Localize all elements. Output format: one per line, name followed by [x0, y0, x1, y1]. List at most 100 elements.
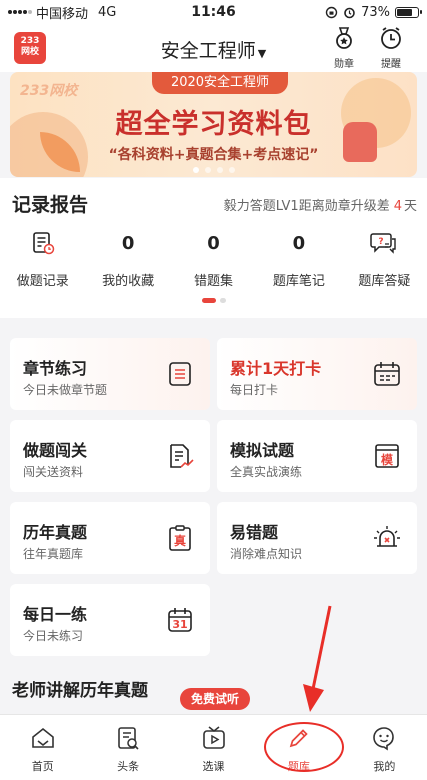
tab-news[interactable]: 头条	[85, 715, 170, 780]
mock-paper-icon: 模	[373, 442, 401, 470]
free-trial-tag[interactable]: 免费试听	[180, 688, 250, 710]
teacher-section-title: 老师讲解历年真题	[12, 681, 148, 701]
record-item-label: 题库笔记	[272, 274, 325, 289]
alarm-icon	[374, 526, 400, 547]
remind-button[interactable]: 提醒	[371, 26, 411, 70]
calendar-31-icon-text: 31	[172, 618, 188, 631]
calendar-31-icon: 31	[166, 606, 194, 634]
record-item-notes[interactable]: 0 题库笔记	[256, 230, 341, 290]
tab-label: 头条	[117, 760, 140, 773]
carrier-label: 中国移动	[36, 6, 89, 22]
tab-label: 我的	[373, 760, 396, 773]
card-title: 做题闯关	[23, 441, 88, 460]
card-subtitle: 闯关送资料	[23, 465, 84, 479]
card-title: 历年真题	[23, 523, 88, 542]
banner-pager	[10, 167, 417, 173]
card-title: 易错题	[230, 523, 279, 542]
app-header: 233 网校 安全工程师 ▼ 勋章 提醒	[0, 24, 427, 72]
card-subtitle: 消除难点知识	[230, 547, 303, 561]
annotation-circle	[264, 722, 344, 772]
card-subtitle: 每日打卡	[230, 383, 279, 397]
status-right: 73%	[325, 4, 422, 20]
record-item-mistakes[interactable]: 0 错题集	[171, 230, 256, 290]
record-value-slot: ?	[342, 230, 427, 256]
record-item-value: 0	[121, 232, 135, 254]
record-item-history[interactable]: 做题记录	[0, 230, 85, 289]
record-item-value: 0	[292, 232, 306, 254]
card-past-papers[interactable]: 历年真题 往年真题库 真	[10, 502, 210, 574]
banner-pill: 2020安全工程师	[152, 72, 288, 94]
card-title: 章节练习	[23, 359, 88, 378]
clipboard-icon-text: 真	[173, 534, 186, 548]
card-daily-checkin[interactable]: 累计1天打卡 每日打卡	[217, 338, 417, 410]
svg-text:?: ?	[379, 237, 384, 247]
profile-icon	[373, 727, 395, 751]
alarm-status-icon	[344, 7, 355, 18]
record-item-label: 题库答疑	[358, 274, 411, 289]
record-item-label: 做题记录	[16, 274, 69, 289]
mock-paper-icon-text: 模	[380, 453, 393, 467]
card-mock-exam[interactable]: 模拟试题 全真实战演练 模	[217, 420, 417, 492]
card-subtitle: 今日未做章节题	[23, 383, 108, 397]
record-item-label: 错题集	[194, 274, 234, 289]
tab-courses[interactable]: 选课	[171, 715, 256, 780]
card-subtitle: 全真实战演练	[230, 465, 303, 479]
card-subtitle: 往年真题库	[23, 547, 84, 561]
card-title: 每日一练	[23, 605, 88, 624]
card-title: 模拟试题	[230, 441, 295, 460]
level-progress-unit: 天	[403, 199, 417, 214]
level-progress: 毅力答题LV1距离勋章升级差 4 天	[224, 195, 417, 214]
exam-title: 安全工程师	[160, 40, 256, 62]
chat-question-icon: ?	[370, 233, 397, 254]
card-daily-practice[interactable]: 每日一练 今日未练习 31	[10, 584, 210, 656]
calendar-check-icon	[374, 362, 400, 386]
record-value-slot	[0, 230, 85, 256]
caret-down-icon: ▼	[257, 47, 267, 60]
clock-icon	[381, 27, 401, 49]
record-title: 记录报告	[12, 194, 89, 216]
level-progress-text: 毅力答题LV1距离勋章升级差	[223, 199, 390, 214]
status-left: 中国移动 4G	[8, 3, 116, 22]
tab-profile[interactable]: 我的	[342, 715, 427, 780]
remind-label: 提醒	[381, 59, 401, 70]
status-bar: 中国移动 4G 11:46 73%	[0, 0, 427, 24]
clipboard-icon: 真	[166, 524, 194, 552]
medal-button[interactable]: 勋章	[324, 26, 364, 70]
card-level-challenge[interactable]: 做题闯关 闯关送资料	[10, 420, 210, 492]
medal-label: 勋章	[334, 59, 354, 70]
teacher-section: 老师讲解历年真题 免费试听	[0, 668, 427, 714]
network-label: 4G	[98, 4, 117, 20]
promo-banner[interactable]: 233网校 2020安全工程师 超全学习资料包 “各科资料+真题合集+考点速记”	[10, 72, 417, 177]
annotation-arrow-icon	[303, 605, 332, 712]
record-items: 做题记录 0 我的收藏 0 错题集 0 题库笔记 ? 题库答疑	[0, 230, 427, 289]
list-doc-icon	[169, 362, 191, 386]
card-chapter-practice[interactable]: 章节练习 今日未做章节题	[10, 338, 210, 410]
medal-icon	[336, 27, 352, 49]
battery-percent: 73%	[361, 4, 390, 20]
tab-home[interactable]: 首页	[0, 715, 85, 780]
video-course-icon	[202, 726, 225, 749]
record-item-favorites[interactable]: 0 我的收藏	[85, 230, 170, 290]
signal-icon	[8, 10, 32, 14]
level-progress-days: 4	[393, 199, 402, 214]
record-pager	[0, 298, 427, 303]
banner-brand: 233网校	[20, 83, 78, 99]
doc-chart-icon	[170, 444, 194, 468]
tab-label: 选课	[202, 760, 225, 773]
banner-subtitle: “各科资料+真题合集+考点速记”	[108, 147, 319, 163]
bottom-tab-bar: 首页 头条 选课 题库 我的	[0, 714, 427, 780]
banner-title: 超全学习资料包	[115, 109, 312, 140]
home-icon	[31, 727, 54, 748]
card-title: 累计1天打卡	[230, 359, 322, 378]
battery-icon	[395, 6, 422, 18]
record-report: 记录报告 毅力答题LV1距离勋章升级差 4 天 做题记录 0 我的收藏 0 错题集 …	[0, 178, 427, 318]
rotation-lock-icon	[325, 6, 338, 18]
record-item-value: 0	[207, 232, 220, 254]
card-subtitle: 今日未练习	[23, 629, 84, 643]
tab-label: 首页	[31, 760, 54, 773]
card-error-prone[interactable]: 易错题 消除难点知识	[217, 502, 417, 574]
record-item-label: 我的收藏	[102, 274, 155, 289]
record-item-qa[interactable]: ? 题库答疑	[342, 230, 427, 289]
news-icon	[118, 727, 139, 750]
record-doc-icon	[32, 232, 54, 255]
